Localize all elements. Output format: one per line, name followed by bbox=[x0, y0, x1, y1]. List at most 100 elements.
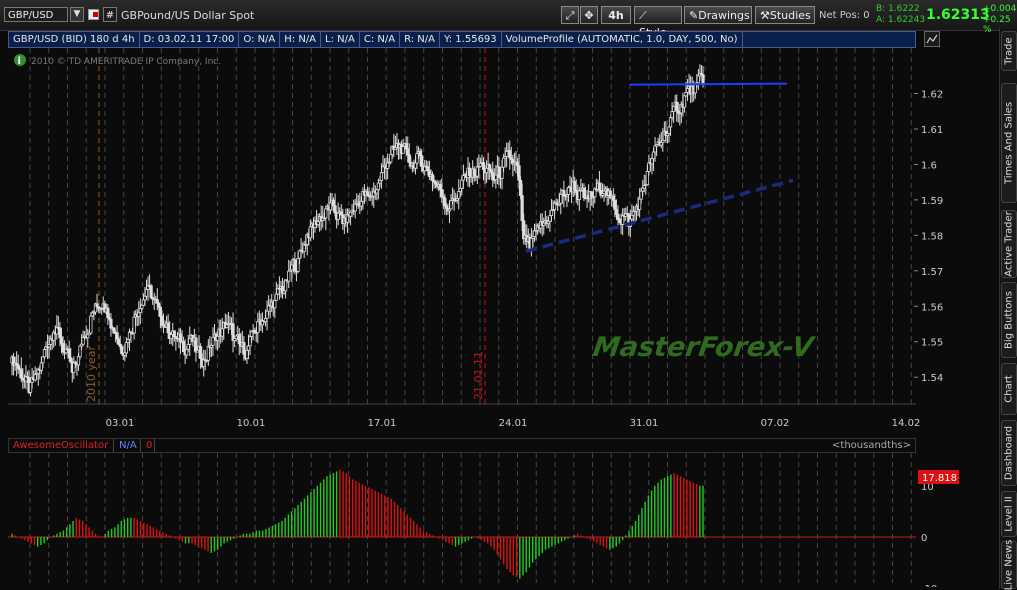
side-tab-dashboard[interactable]: Dashboard bbox=[1001, 420, 1017, 486]
candle-body bbox=[616, 214, 620, 220]
zoom-icon[interactable]: ⤢ bbox=[561, 6, 579, 24]
candle-body bbox=[120, 346, 124, 354]
time-axis: 03.01 10.01 17.01 24.01 31.01 07.02 14.02 bbox=[106, 418, 921, 429]
candle-body bbox=[81, 337, 85, 345]
symbol-dropdown-icon[interactable]: ▼ bbox=[70, 7, 84, 22]
candle-body bbox=[328, 202, 333, 211]
support-trendline[interactable] bbox=[525, 178, 794, 253]
candle-body bbox=[19, 369, 23, 379]
hash-button[interactable]: # bbox=[103, 7, 117, 22]
studies-icon: ⚒ bbox=[760, 9, 770, 22]
candle-body bbox=[126, 339, 130, 343]
side-tab-label: Trade bbox=[1003, 37, 1015, 65]
price-tick-label: 1.59 bbox=[921, 196, 943, 207]
ask-price: A: 1.62243 bbox=[876, 15, 926, 25]
oscillator-units: <thousandths> bbox=[832, 440, 911, 451]
candle-body bbox=[143, 295, 147, 301]
candle-body bbox=[401, 146, 405, 154]
date-marker-label: 21.01.11 bbox=[472, 351, 485, 400]
pan-icon[interactable]: ✥ bbox=[580, 6, 598, 24]
chart-symbol[interactable]: GBP/USD (BID) 180 d 4h bbox=[9, 32, 140, 47]
side-tab-chart[interactable]: Chart bbox=[1001, 363, 1017, 415]
candle-body bbox=[597, 182, 602, 191]
candle-body bbox=[166, 322, 170, 334]
side-tab-label: Dashboard bbox=[1003, 425, 1015, 481]
oscillator-tick-label: 0 bbox=[921, 533, 927, 544]
style-button[interactable]: ⟋ Style bbox=[634, 6, 682, 39]
bid-price: B: 1.6222 bbox=[876, 4, 920, 14]
studies-button[interactable]: ⚒Studies bbox=[755, 6, 815, 24]
time-tick-label: 07.02 bbox=[761, 418, 790, 429]
candle-body bbox=[467, 167, 472, 177]
price-axis: 1.62 1.61 1.6 1.59 1.58 1.57 1.56 1.55 1.54 bbox=[914, 90, 943, 384]
candle-body bbox=[440, 188, 444, 197]
candle-body bbox=[273, 299, 277, 309]
volume-profile-label[interactable]: VolumeProfile (AUTOMATIC, 1.0, DAY, 500,… bbox=[502, 32, 743, 47]
candle-body bbox=[141, 299, 145, 306]
oscillator-chart[interactable]: 100-10 17.818 bbox=[0, 453, 999, 587]
candle-body bbox=[520, 195, 524, 221]
side-tab-live-news[interactable]: Live News bbox=[1001, 540, 1017, 590]
candle-body bbox=[287, 270, 291, 282]
info-icon[interactable]: i bbox=[14, 54, 26, 67]
aggregation-button[interactable]: 4h bbox=[601, 6, 631, 24]
candle-body bbox=[149, 285, 153, 298]
candle-body bbox=[231, 323, 235, 341]
change-absolute: +0.0041 bbox=[983, 4, 1017, 14]
candle-body bbox=[500, 166, 504, 179]
side-tab-label: Chart bbox=[1003, 375, 1015, 403]
candle-body bbox=[518, 180, 523, 196]
side-tab-level-ii[interactable]: Level II bbox=[1001, 491, 1017, 537]
candle-body bbox=[406, 148, 410, 156]
candle-body bbox=[651, 151, 656, 160]
chart-settings-icon[interactable] bbox=[924, 31, 940, 47]
copyright-text: 2010 © TD AMERITRADE IP Company, Inc. bbox=[31, 57, 221, 67]
candle-body bbox=[198, 346, 203, 359]
candle-body bbox=[685, 88, 690, 93]
symbol-input[interactable]: GBP/USD bbox=[4, 7, 68, 22]
candle-body bbox=[67, 348, 71, 359]
candle-body bbox=[413, 162, 418, 169]
symbol-description: GBPound/US Dollar Spot bbox=[121, 9, 255, 22]
candle-body bbox=[237, 334, 241, 345]
candle-body bbox=[438, 184, 442, 190]
candle-body bbox=[582, 187, 586, 198]
resistance-trendline[interactable] bbox=[629, 82, 788, 86]
candle-body bbox=[515, 161, 520, 167]
candle-body bbox=[16, 364, 20, 369]
price-tick-label: 1.6 bbox=[921, 160, 937, 171]
drawings-button[interactable]: ✎Drawings bbox=[684, 6, 752, 24]
candle-body bbox=[359, 200, 363, 207]
side-tab-trade[interactable]: Trade bbox=[1001, 31, 1017, 71]
candle-body bbox=[246, 345, 251, 351]
candle-body bbox=[577, 190, 581, 200]
candle-body bbox=[508, 150, 512, 159]
oscillator-name[interactable]: AwesomeOscillator bbox=[13, 439, 108, 452]
candle-body bbox=[491, 172, 495, 181]
side-tab-times-and-sales[interactable]: Times And Sales bbox=[1001, 83, 1017, 203]
candle-body bbox=[505, 151, 509, 157]
candle-body bbox=[426, 166, 430, 172]
side-tab-active-trader[interactable]: Active Trader bbox=[1001, 210, 1017, 278]
candle-body bbox=[407, 154, 411, 163]
candle-body bbox=[458, 187, 462, 192]
candle-body bbox=[59, 337, 64, 344]
candle-body bbox=[324, 208, 328, 219]
candle-body bbox=[497, 166, 501, 178]
oscillator-axis: 100-10 bbox=[921, 482, 937, 587]
candle-body bbox=[78, 345, 82, 358]
price-chart[interactable]: 1.62 1.61 1.6 1.59 1.58 1.57 1.56 1.55 1.54 03.0… bbox=[0, 48, 999, 432]
candle-body bbox=[225, 324, 229, 328]
oscillator-value: N/A bbox=[119, 440, 137, 451]
side-tab-big-buttons[interactable]: Big Buttons bbox=[1001, 282, 1017, 358]
time-tick-label: 03.01 bbox=[106, 418, 135, 429]
right-side-tabs: Trade Times And Sales Active Trader Big But… bbox=[999, 28, 1017, 590]
candle-body bbox=[404, 143, 408, 150]
candle-body bbox=[95, 303, 99, 308]
candle-body bbox=[178, 333, 183, 343]
candle-body bbox=[549, 209, 554, 216]
candle-body bbox=[517, 165, 521, 181]
candle-body bbox=[331, 199, 336, 207]
time-tick-label: 10.01 bbox=[237, 418, 266, 429]
candle-body bbox=[675, 101, 679, 112]
